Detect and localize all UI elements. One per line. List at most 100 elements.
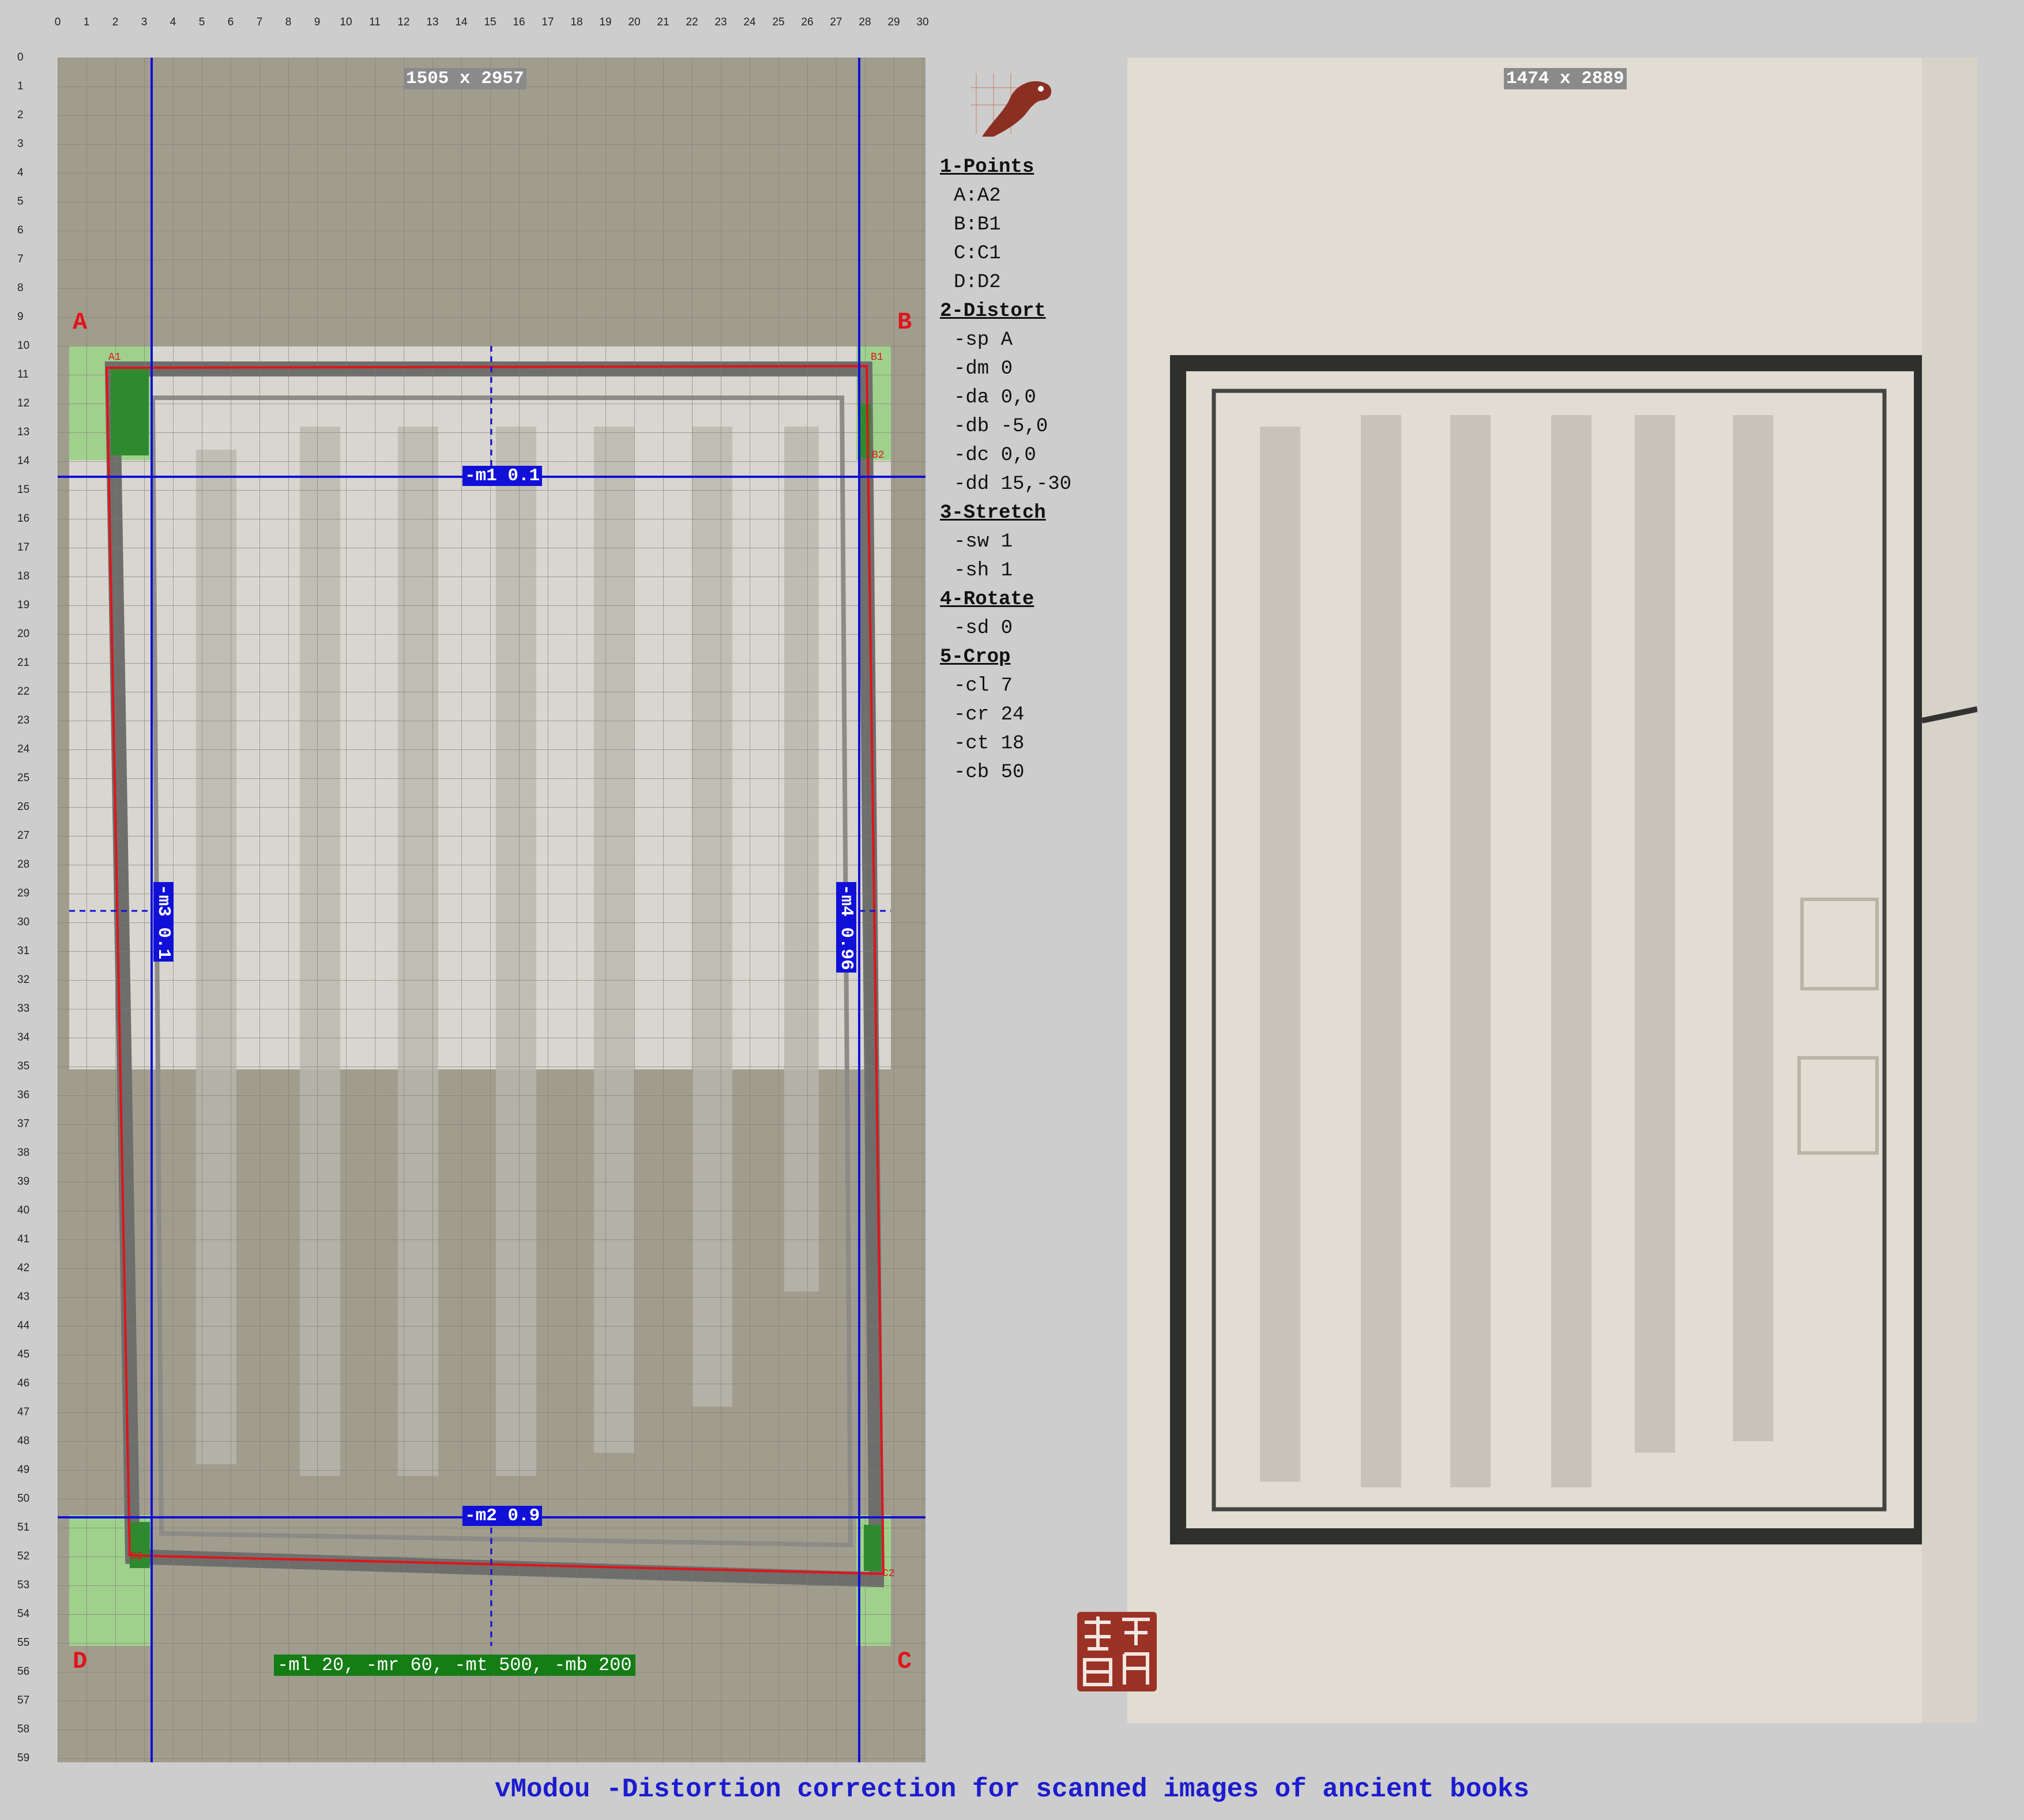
ruler-tick-top: 9	[314, 16, 321, 28]
ruler-tick-top: 23	[714, 16, 727, 28]
ruler-tick-top: 17	[541, 16, 554, 28]
distort-heading: 2-Distort	[940, 300, 1046, 322]
ruler-tick-top: 16	[513, 16, 525, 28]
ruler-tick-left: 7	[17, 253, 24, 265]
output-dimensions: 1474 x 2889	[1504, 68, 1627, 89]
ruler-tick-left: 43	[17, 1291, 30, 1303]
ruler-tick-left: 31	[17, 945, 30, 957]
corner-a-label: A	[73, 308, 88, 336]
ruler-tick-left: 38	[17, 1147, 30, 1159]
ruler-tick-left: 21	[17, 657, 30, 669]
ruler-tick-left: 49	[17, 1464, 30, 1476]
ruler-tick-left: 47	[17, 1406, 30, 1418]
ruler-tick-top: 7	[256, 16, 263, 28]
crop-item[interactable]: -ct 18	[940, 729, 1071, 758]
crop-item[interactable]: -cl 7	[940, 672, 1071, 700]
source-image-panel[interactable]: 1505 x 2957 A B D C A1 B1 B2 D2 C2 -m1 0…	[58, 58, 926, 1762]
ruler-tick-left: 17	[17, 541, 30, 553]
m3-label[interactable]: -m3 0.1	[153, 882, 174, 962]
ruler-tick-top: 20	[628, 16, 641, 28]
ruler-tick-left: 23	[17, 714, 30, 726]
ruler-tick-top: 8	[285, 16, 292, 28]
m4-label[interactable]: -m4 0.96	[836, 882, 856, 973]
ruler-tick-left: 26	[17, 801, 30, 813]
points-heading: 1-Points	[940, 156, 1034, 178]
points-item[interactable]: D:D2	[940, 268, 1071, 297]
stretch-heading: 3-Stretch	[940, 502, 1046, 524]
source-dimensions: 1505 x 2957	[404, 68, 526, 89]
ruler-tick-left: 24	[17, 743, 30, 755]
ruler-tick-top: 29	[887, 16, 900, 28]
ruler-tick-left: 53	[17, 1579, 30, 1591]
corrected-image-panel[interactable]: 1474 x 2889	[1127, 58, 1977, 1723]
distort-item[interactable]: -db -5,0	[940, 412, 1071, 441]
ruler-tick-left: 3	[17, 138, 24, 150]
distort-item[interactable]: -dm 0	[940, 355, 1071, 383]
crop-heading: 5-Crop	[940, 646, 1011, 668]
distort-item[interactable]: -da 0,0	[940, 383, 1071, 412]
ruler-tick-left: 58	[17, 1723, 30, 1735]
ruler-tick-left: 25	[17, 772, 30, 784]
rotate-item[interactable]: -sd 0	[940, 614, 1071, 643]
ruler-tick-top: 19	[599, 16, 612, 28]
point-a1-label: A1	[108, 352, 121, 363]
points-item[interactable]: A:A2	[940, 182, 1071, 210]
red-seal	[1077, 1612, 1157, 1691]
ruler-tick-left: 51	[17, 1521, 30, 1533]
ruler-tick-left: 34	[17, 1031, 30, 1043]
ruler-tick-top: 13	[426, 16, 439, 28]
ruler-tick-left: 32	[17, 974, 30, 986]
point-c2-label: C2	[882, 1568, 895, 1580]
ruler-tick-top: 22	[686, 16, 698, 28]
points-item[interactable]: B:B1	[940, 210, 1071, 239]
ruler-tick-top: 4	[170, 16, 176, 28]
ruler-tick-left: 9	[17, 311, 24, 323]
crop-item[interactable]: -cr 24	[940, 700, 1071, 729]
ruler-tick-top: 11	[369, 16, 381, 28]
ruler-tick-top: 1	[83, 16, 90, 28]
ruler-tick-left: 15	[17, 484, 30, 496]
m1-label[interactable]: -m1 0.1	[462, 466, 543, 486]
ruler-tick-left: 59	[17, 1752, 30, 1764]
ruler-tick-left: 54	[17, 1608, 30, 1620]
ruler-tick-left: 6	[17, 224, 24, 236]
ruler-tick-top: 0	[54, 16, 61, 28]
ruler-tick-left: 41	[17, 1233, 30, 1245]
ruler-tick-left: 37	[17, 1118, 30, 1130]
ruler-tick-top: 5	[198, 16, 205, 28]
ruler-tick-left: 12	[17, 397, 30, 409]
ruler-tick-left: 18	[17, 570, 30, 582]
corner-b-label: B	[897, 308, 912, 336]
stretch-item[interactable]: -sw 1	[940, 527, 1071, 556]
ruler-tick-left: 40	[17, 1204, 30, 1216]
ruler-tick-left: 19	[17, 599, 30, 611]
ruler-tick-left: 57	[17, 1694, 30, 1706]
ruler-tick-left: 42	[17, 1262, 30, 1274]
ruler-tick-top: 24	[743, 16, 756, 28]
ruler-tick-top: 30	[916, 16, 929, 28]
ruler-tick-top: 25	[772, 16, 785, 28]
margins-label: -ml 20, -mr 60, -mt 500, -mb 200	[274, 1655, 635, 1676]
m2-label[interactable]: -m2 0.9	[462, 1506, 543, 1526]
point-b1-label: B1	[871, 352, 883, 363]
ruler-tick-top: 27	[830, 16, 842, 28]
ruler-tick-left: 45	[17, 1348, 30, 1361]
distort-item[interactable]: -dc 0,0	[940, 441, 1071, 470]
ruler-tick-left: 13	[17, 426, 30, 438]
stretch-item[interactable]: -sh 1	[940, 556, 1071, 585]
ruler-tick-left: 46	[17, 1377, 30, 1389]
ruler-tick-left: 28	[17, 858, 30, 871]
ruler-tick-left: 8	[17, 282, 24, 294]
ruler-tick-left: 2	[17, 109, 24, 121]
ruler-tick-top: 2	[112, 16, 119, 28]
footer-caption: vModou -Distortion correction for scanne…	[494, 1774, 1530, 1804]
ruler-tick-left: 0	[17, 51, 24, 63]
crop-item[interactable]: -cb 50	[940, 758, 1071, 787]
ruler-tick-left: 56	[17, 1665, 30, 1678]
points-item[interactable]: C:C1	[940, 239, 1071, 268]
distort-item[interactable]: -dd 15,-30	[940, 470, 1071, 499]
ruler-tick-left: 10	[17, 340, 30, 352]
ruler-tick-left: 16	[17, 513, 30, 525]
distort-item[interactable]: -sp A	[940, 326, 1071, 355]
point-b2-label: B2	[872, 450, 885, 461]
